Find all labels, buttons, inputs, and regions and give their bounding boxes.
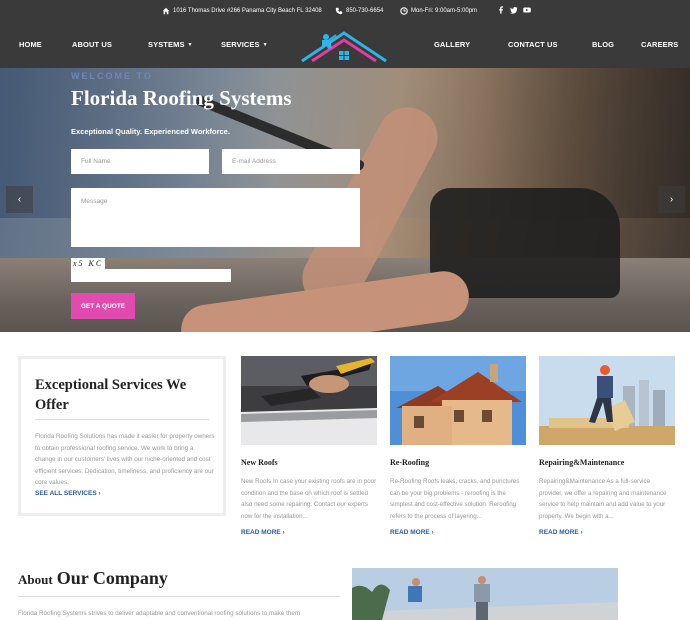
clock-icon: [400, 7, 408, 15]
divider: [35, 419, 209, 420]
roof-logo-icon: [301, 31, 387, 63]
phone-item[interactable]: 850-730-6654: [335, 7, 383, 15]
new-roofs-image[interactable]: [241, 356, 377, 445]
nav-blog[interactable]: BLOG: [592, 40, 614, 49]
nav-gallery[interactable]: GALLERY: [434, 40, 470, 49]
read-more-link[interactable]: READ MORE ›: [539, 529, 583, 536]
roofers-photo: [352, 568, 618, 620]
card-text: New Roofs In case your existing roofs ar…: [241, 478, 377, 520]
site-logo[interactable]: [298, 27, 390, 65]
hours-item: Mon-Fri: 9:00am-5:00pm: [400, 7, 477, 15]
nav-careers[interactable]: CAREERS: [641, 40, 678, 49]
nav-home[interactable]: HOME: [19, 40, 42, 49]
chevron-down-icon: ▼: [187, 42, 193, 48]
card-text: Re-Roofing Roofs leaks, cracks, and punc…: [390, 478, 520, 520]
read-more-label: READ MORE: [539, 529, 579, 536]
chevron-down-icon: ▼: [262, 42, 268, 48]
chevron-right-icon: ›: [282, 529, 285, 536]
about-body: Florida Roofing Systems strives to deliv…: [18, 610, 301, 617]
full-name-input[interactable]: Full Name: [71, 149, 209, 174]
get-a-quote-button[interactable]: GET A QUOTE: [71, 293, 135, 319]
nav-about-us[interactable]: ABOUT US: [72, 40, 112, 49]
captcha-input[interactable]: [71, 269, 231, 282]
youtube-icon[interactable]: [523, 6, 531, 14]
read-more-label: READ MORE: [390, 529, 430, 536]
services-heading: Exceptional Services We Offer: [35, 377, 187, 413]
nav-services[interactable]: SERVICES ▼: [221, 40, 268, 49]
captcha-image: x5 KC: [71, 258, 105, 269]
about-heading: About Our Company: [18, 568, 168, 589]
card-title: New Roofs: [241, 458, 278, 467]
read-more-label: READ MORE: [241, 529, 281, 536]
chevron-right-icon: ›: [669, 194, 674, 205]
twitter-icon[interactable]: [510, 6, 518, 14]
card-title: Repairing&Maintenance: [539, 458, 625, 467]
see-all-services-label: SEE ALL SERVICES: [35, 490, 97, 497]
new-roofs-photo: [241, 356, 377, 445]
slider-next-button[interactable]: ›: [658, 186, 685, 213]
slider-prev-button[interactable]: ‹: [6, 186, 33, 213]
chevron-left-icon: ‹: [17, 194, 22, 205]
repairing-maintenance-image[interactable]: [539, 356, 675, 445]
hero-title: Florida Roofing Systems: [71, 86, 292, 110]
top-info-bar: 1016 Thomas Drive #266 Panama City Beach…: [0, 0, 690, 22]
divider: [18, 596, 340, 597]
re-roofing-photo: [390, 356, 526, 445]
address-item: 1016 Thomas Drive #266 Panama City Beach…: [162, 7, 322, 15]
read-more-link[interactable]: READ MORE ›: [390, 529, 434, 536]
nav-contact-us[interactable]: CONTACT US: [508, 40, 558, 49]
services-body: Florida Roofing Solutions has made it ea…: [35, 433, 215, 486]
phone-icon: [335, 7, 343, 15]
home-icon: [162, 7, 170, 15]
services-intro: Exceptional Services We Offer Florida Ro…: [18, 356, 226, 516]
chevron-right-icon: ›: [580, 529, 583, 536]
nav-systems[interactable]: SYSTEMS ▼: [148, 40, 193, 49]
chevron-right-icon: ›: [98, 490, 101, 497]
main-navigation: HOME ABOUT US SYSTEMS ▼ SERVICES ▼ GALLERY…: [0, 22, 690, 68]
re-roofing-image[interactable]: [390, 356, 526, 445]
nav-services-label: SERVICES: [221, 40, 260, 49]
facebook-icon[interactable]: [497, 6, 505, 14]
hero-welcome: WELCOME TO: [71, 71, 153, 81]
hero-tagline: Exceptional Quality. Experienced Workfor…: [71, 127, 230, 136]
chevron-right-icon: ›: [431, 529, 434, 536]
hero-slider: WELCOME TO Florida Roofing Systems Excep…: [0, 68, 690, 332]
hours-text: Mon-Fri: 9:00am-5:00pm: [411, 8, 478, 14]
address-text: 1016 Thomas Drive #266 Panama City Beach…: [173, 8, 322, 14]
nav-systems-label: SYSTEMS: [148, 40, 185, 49]
about-heading-large: Our Company: [56, 568, 168, 588]
email-input[interactable]: E-mail Address: [222, 149, 360, 174]
card-text: Repairing&Maintenance As a full-service …: [539, 478, 667, 520]
read-more-link[interactable]: READ MORE ›: [241, 529, 285, 536]
repairing-maintenance-photo: [539, 356, 675, 445]
message-textarea[interactable]: Message: [71, 188, 360, 247]
social-links: [497, 6, 531, 14]
see-all-services-link[interactable]: SEE ALL SERVICES ›: [35, 490, 101, 497]
phone-text[interactable]: 850-730-6654: [346, 8, 383, 14]
about-company-image: [352, 568, 618, 620]
about-heading-small: About: [18, 572, 53, 587]
card-title: Re-Roofing: [390, 458, 430, 467]
